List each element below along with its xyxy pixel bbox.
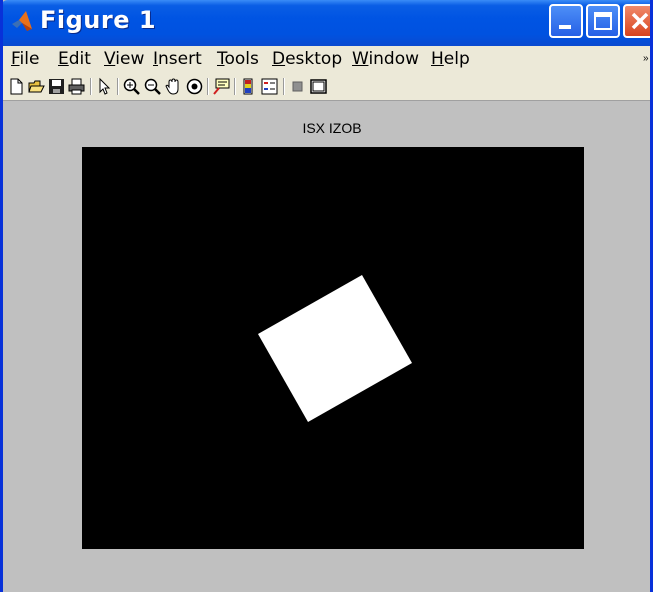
menu-help-accel: H [431,49,444,69]
menu-view[interactable]: View [104,49,144,69]
menu-file[interactable]: File [11,49,39,69]
close-icon [631,12,649,30]
maximize-icon [594,12,612,30]
edit-plot-arrow-icon[interactable] [95,77,114,96]
toolbar-separator [283,78,285,95]
menu-help[interactable]: Help [431,49,470,69]
menu-view-label: iew [115,49,145,69]
menu-tools[interactable]: Tools [217,49,259,69]
minimize-icon [559,25,571,29]
maximize-button[interactable] [586,4,620,38]
hide-plot-tools-icon[interactable] [288,77,307,96]
toolbar-separator [207,78,209,95]
menu-desktop-accel: D [272,49,286,69]
menu-insert-label: nsert [158,49,202,69]
figure-toolbar [3,74,650,101]
menu-edit-accel: E [58,49,69,69]
menu-edit[interactable]: Edit [58,49,91,69]
toolbar-separator [90,78,92,95]
zoom-out-icon[interactable] [143,77,162,96]
menu-overflow-chevron-icon[interactable]: » [643,53,649,64]
figure-canvas: ISX IZOB [3,101,650,592]
menu-window-label: indow [368,49,420,69]
insert-legend-icon[interactable] [260,77,279,96]
menu-insert[interactable]: Insert [153,49,202,69]
print-icon[interactable] [67,77,86,96]
menu-tools-label: ools [224,49,259,69]
image-display [82,147,584,549]
menu-bar: File Edit View Insert Tools Desktop Wind… [3,46,650,74]
menu-file-accel: F [11,49,20,69]
toolbar-separator [234,78,236,95]
menu-window[interactable]: Window [352,49,419,69]
open-file-icon[interactable] [27,77,46,96]
rotate-3d-icon[interactable] [185,77,204,96]
axes-image [82,147,584,549]
plot-title: ISX IZOB [302,120,362,136]
show-plot-tools-icon[interactable] [309,77,328,96]
menu-view-accel: V [104,49,116,69]
close-button[interactable] [623,4,650,38]
menu-window-accel: W [352,49,369,69]
data-cursor-icon[interactable] [212,77,231,96]
menu-help-label: elp [443,49,470,69]
menu-desktop-label: esktop [285,49,343,69]
menu-desktop[interactable]: Desktop [272,49,342,69]
save-icon[interactable] [47,77,66,96]
insert-colorbar-icon[interactable] [239,77,258,96]
minimize-button[interactable] [549,4,583,38]
menu-file-label: ile [19,49,40,69]
menu-tools-accel: T [217,49,225,69]
zoom-in-icon[interactable] [122,77,141,96]
pan-hand-icon[interactable] [164,77,183,96]
menu-edit-label: dit [68,49,91,69]
toolbar-separator [117,78,119,95]
figure-window: Figure 1 File Edit View Insert Tools Des… [0,0,653,592]
new-figure-icon[interactable] [7,77,26,96]
title-bar[interactable]: Figure 1 [3,0,650,46]
matlab-logo-icon [12,11,32,31]
window-title: Figure 1 [40,6,157,34]
